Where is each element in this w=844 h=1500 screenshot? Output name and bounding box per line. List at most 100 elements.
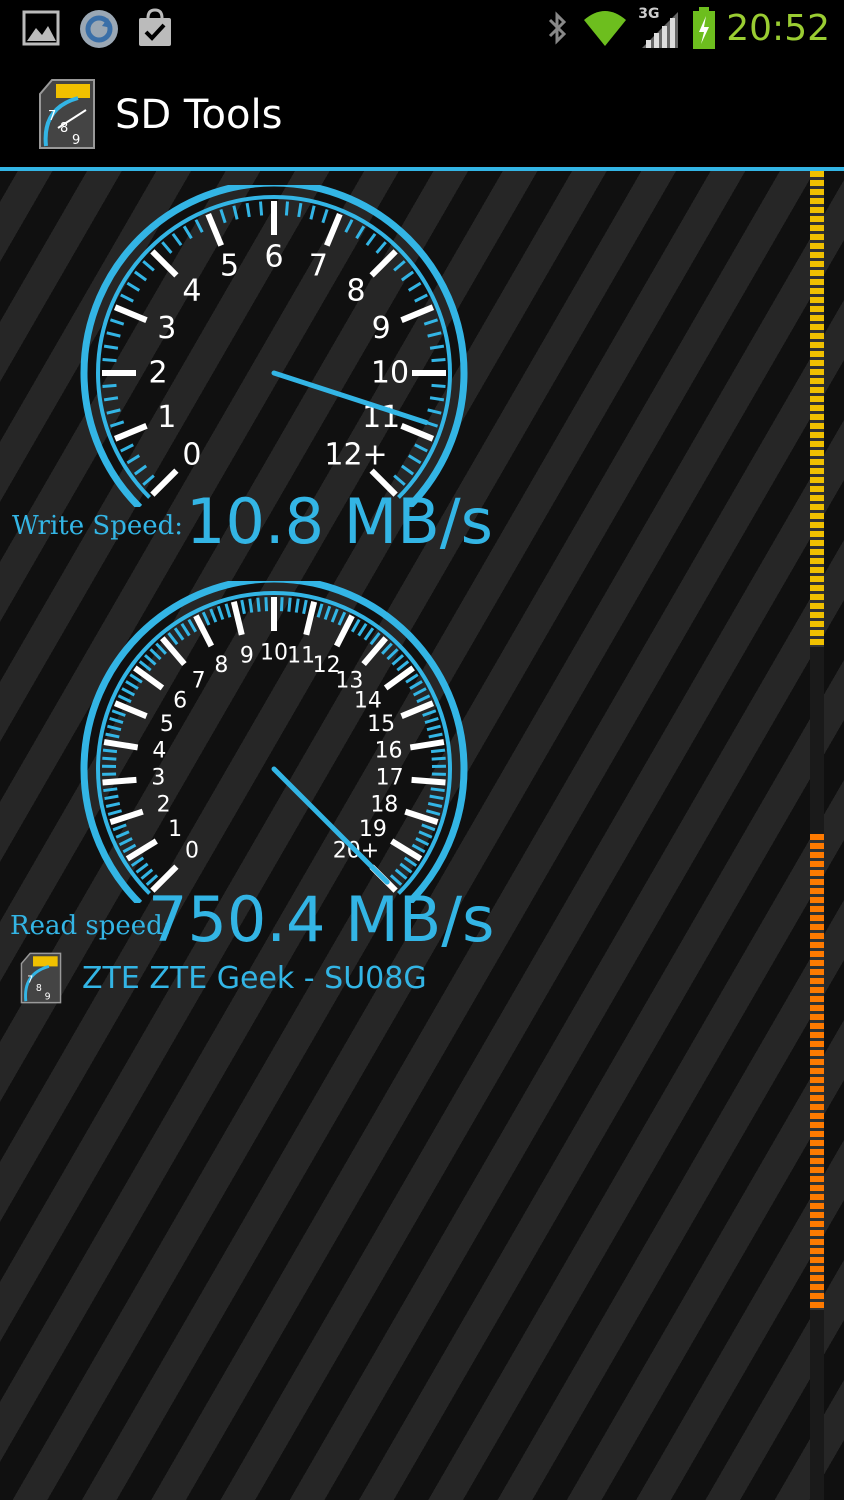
- read-gauge-minor-tick: [302, 599, 308, 615]
- read-gauge-minor-tick: [149, 648, 162, 661]
- read-gauge-minor-tick: [337, 611, 347, 626]
- write-speed-gauge: 012345 6 789101112+: [80, 185, 468, 507]
- write-gauge-minor-tick: [126, 454, 141, 465]
- read-gauge-minor-tick: [180, 622, 191, 637]
- read-gauge-minor-tick: [248, 598, 254, 613]
- read-gauge-minor-tick: [403, 856, 418, 867]
- write-gauge-minor-tick: [407, 281, 422, 292]
- write-gauge-minor-tick: [103, 344, 119, 350]
- read-gauge-minor-tick: [102, 748, 118, 754]
- read-gauge-minor-tick: [103, 787, 118, 793]
- write-gauge-minor-tick: [133, 270, 148, 282]
- write-gauge-minor-tick: [365, 232, 377, 247]
- sd-card-speedometer-icon[interactable]: 7 8 9: [38, 78, 96, 150]
- write-gauge-minor-tick: [142, 260, 155, 272]
- read-gauge-minor-tick: [363, 627, 375, 641]
- read-gauge-minor-tick: [416, 694, 431, 704]
- read-gauge-minor-tick: [107, 724, 122, 732]
- read-gauge-minor-tick: [201, 611, 211, 626]
- read-gauge-minor-tick: [209, 608, 218, 623]
- read-gauge-minor-tick: [256, 597, 261, 612]
- read-gauge-major-tick: [230, 601, 245, 636]
- read-gauge-minor-tick: [430, 748, 446, 754]
- write-gauge-major-tick: [150, 249, 179, 278]
- read-gauge-minor-tick: [316, 603, 324, 618]
- read-gauge-minor-tick: [104, 794, 119, 801]
- read-gauge-tick-label: 3: [151, 766, 165, 791]
- read-gauge-minor-tick: [350, 618, 361, 633]
- read-gauge-minor-tick: [264, 597, 269, 612]
- read-gauge-minor-tick: [121, 687, 136, 697]
- write-gauge-minor-tick: [309, 205, 316, 220]
- write-gauge-tick-label: 2: [148, 356, 167, 391]
- read-speed-value: 750.4 MB/s: [148, 883, 495, 956]
- read-gauge-minor-tick: [279, 597, 284, 612]
- write-gauge-major-tick: [113, 304, 148, 323]
- read-gauge-tick-label: 5: [160, 712, 174, 737]
- read-gauge-minor-tick: [399, 862, 413, 874]
- write-gauge-minor-tick: [171, 232, 183, 247]
- read-gauge-minor-tick: [430, 787, 445, 793]
- read-gauge-major-tick: [390, 838, 423, 862]
- read-gauge-minor-tick: [111, 709, 126, 717]
- svg-text:7: 7: [48, 109, 56, 124]
- read-gauge-tick-label: 16: [375, 738, 403, 763]
- write-gauge-minor-tick: [414, 443, 428, 453]
- read-gauge-minor-tick: [415, 837, 430, 847]
- write-gauge-minor-tick: [182, 225, 193, 240]
- read-gauge-major-tick: [133, 665, 165, 691]
- read-gauge-minor-tick: [105, 732, 120, 739]
- write-gauge-minor-tick: [102, 358, 117, 363]
- write-gauge-minor-tick: [161, 241, 173, 254]
- write-gauge-tick-label: 1: [157, 400, 176, 435]
- status-bar: 3G 20:52: [0, 0, 844, 60]
- read-gauge-major-tick: [303, 601, 318, 636]
- write-gauge-major-tick: [400, 304, 435, 323]
- write-gauge-minor-tick: [103, 396, 119, 402]
- read-gauge-minor-tick: [102, 756, 117, 761]
- bluetooth-icon: [549, 11, 567, 45]
- read-gauge-minor-tick: [143, 654, 157, 666]
- read-gauge-minor-tick: [115, 830, 130, 839]
- write-gauge-major-tick: [369, 249, 398, 278]
- read-gauge-tick-label: 4: [152, 738, 166, 763]
- read-gauge-minor-tick: [411, 843, 426, 854]
- read-gauge-minor-tick: [429, 794, 444, 801]
- read-gauge-minor-tick: [391, 654, 405, 666]
- read-gauge-minor-tick: [129, 673, 143, 684]
- write-gauge-minor-tick: [321, 208, 329, 224]
- read-gauge-tick-label: 8: [214, 653, 228, 678]
- read-gauge-minor-tick: [173, 627, 185, 641]
- read-gauge-minor-tick: [140, 868, 154, 880]
- write-gauge-minor-tick: [423, 318, 439, 326]
- write-gauge-minor-tick: [297, 202, 303, 218]
- read-gauge-major-tick: [409, 739, 445, 751]
- write-gauge-minor-tick: [219, 208, 227, 224]
- main-content: 0 1 2 3 4 5 6 7 8 9 10 11 12+ Write Speed: 10.8 MB/s…: [0, 171, 844, 1500]
- write-gauge-minor-tick: [400, 464, 415, 476]
- write-gauge-minor-tick: [232, 205, 239, 220]
- write-gauge-minor-tick: [375, 241, 387, 254]
- read-gauge-minor-tick: [240, 599, 246, 615]
- write-gauge-minor-tick: [427, 408, 442, 415]
- device-row[interactable]: 7 8 9 ZTE ZTE Geek - SU08G: [20, 951, 427, 1005]
- write-gauge-tick-label: 0: [182, 438, 201, 473]
- write-gauge-minor-tick: [344, 219, 354, 233]
- write-speed-value: 10.8 MB/s: [186, 485, 493, 558]
- read-gauge-minor-tick: [396, 660, 410, 672]
- write-gauge-minor-tick: [431, 383, 446, 388]
- write-gauge-tick-label: 5: [220, 248, 239, 283]
- write-gauge-minor-tick: [109, 420, 125, 428]
- sd-card-speedometer-icon: 7 8 9: [20, 952, 62, 1004]
- read-gauge-minor-tick: [112, 823, 127, 832]
- read-gauge-minor-tick: [405, 673, 419, 684]
- read-gauge-minor-tick: [122, 843, 137, 854]
- read-gauge-minor-tick: [426, 724, 441, 732]
- read-gauge-minor-tick: [224, 603, 232, 618]
- read-gauge-minor-tick: [421, 823, 436, 832]
- write-gauge-minor-tick: [133, 464, 148, 476]
- write-gauge-tick-label: 7: [309, 248, 328, 283]
- svg-text:9: 9: [72, 133, 80, 148]
- read-gauge-minor-tick: [125, 680, 139, 690]
- write-gauge-minor-tick: [414, 293, 428, 303]
